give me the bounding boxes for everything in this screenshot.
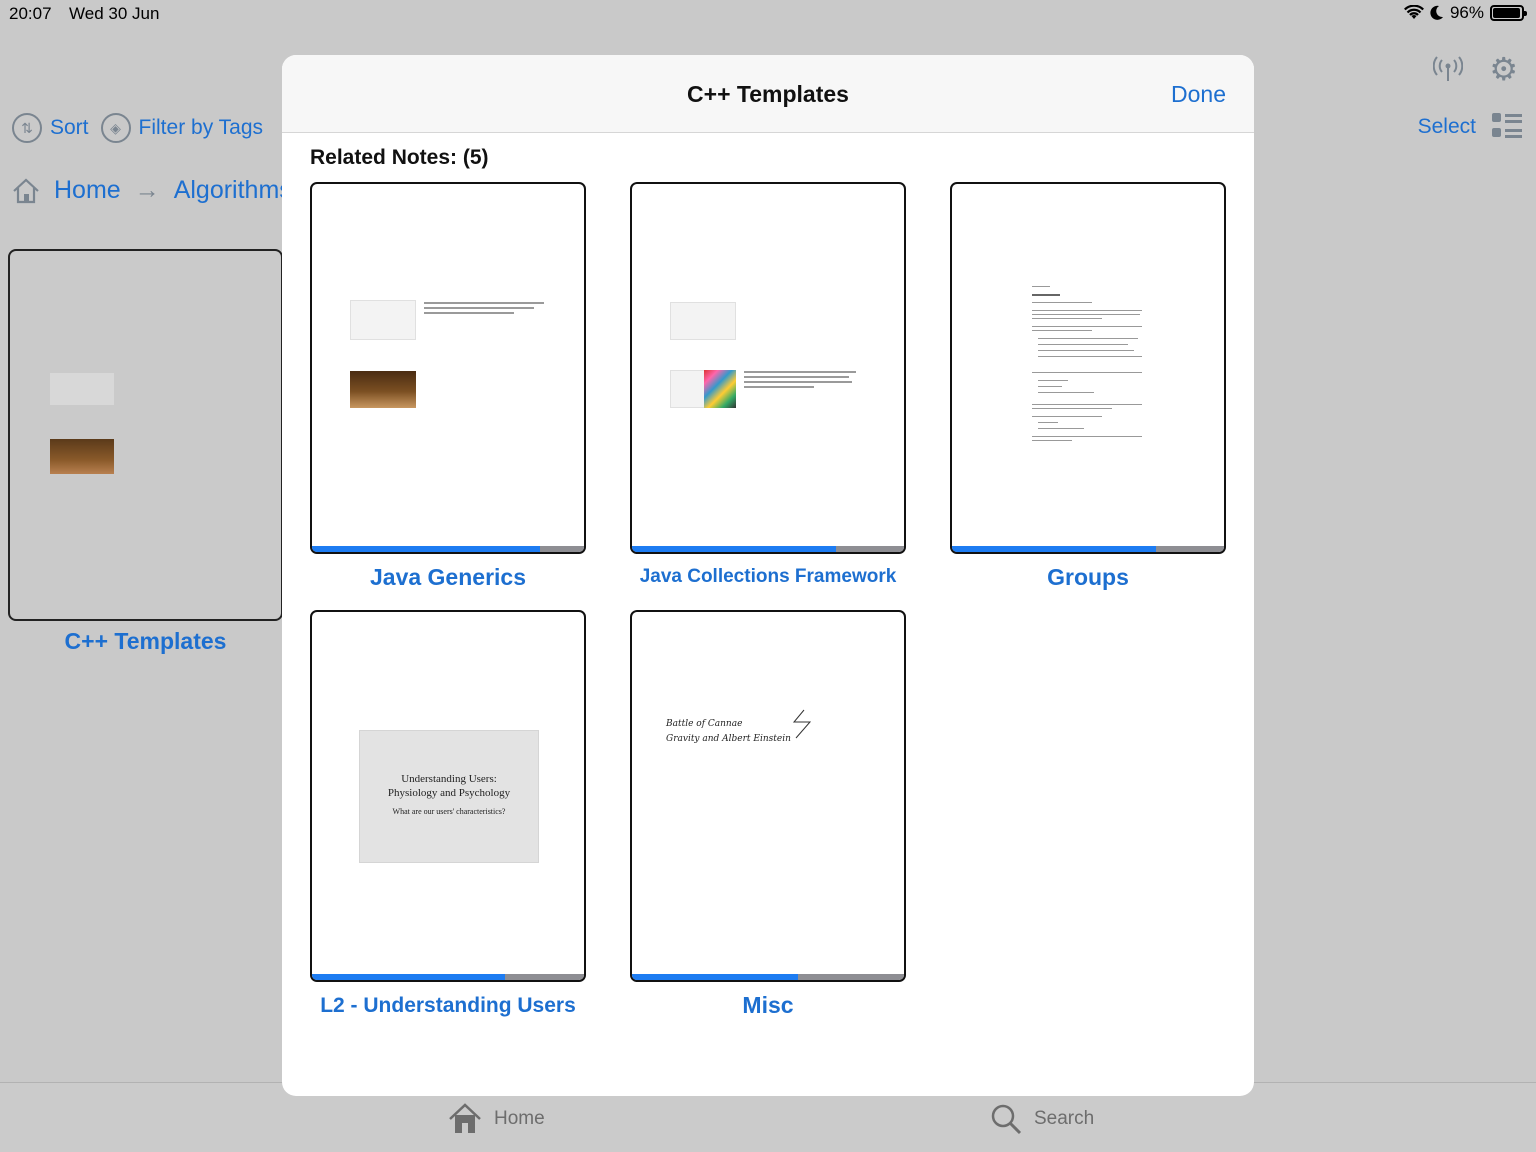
status-bar: 20:07 Wed 30 Jun 96%: [0, 0, 1536, 28]
note-card-java-generics[interactable]: Java Generics: [310, 182, 586, 591]
breadcrumb: Home → Algorithms: [12, 176, 292, 205]
thumbnail-slide: [350, 300, 416, 340]
note-progress-bar: [632, 546, 904, 552]
slide-line-1: Understanding Users:: [401, 773, 497, 785]
lightning-scribble-icon: [792, 709, 812, 739]
note-title[interactable]: Groups: [950, 564, 1226, 591]
filter-by-tags-button[interactable]: ◈ Filter by Tags: [100, 113, 264, 143]
note-card-misc[interactable]: Battle of Cannae Gravity and Albert Eins…: [630, 610, 906, 1019]
battery-percent: 96%: [1449, 3, 1484, 22]
progress-fill-0: [312, 546, 541, 552]
note-thumbnail[interactable]: [950, 182, 1226, 554]
status-date: Wed 30 Jun: [69, 4, 160, 23]
tag-icon: ◈: [100, 113, 131, 143]
breadcrumb-home[interactable]: Home: [54, 176, 121, 205]
arrow-right-icon: →: [134, 176, 160, 204]
tab-search-label: Search: [1034, 1108, 1095, 1129]
note-thumbnail[interactable]: [310, 182, 586, 554]
tab-home-label: Home: [494, 1108, 545, 1129]
thumbnail-slide: Understanding Users: Physiology and Psyc…: [359, 730, 539, 863]
filter-label: Filter by Tags: [138, 116, 264, 139]
note-card-groups[interactable]: Groups: [950, 182, 1226, 591]
note-title[interactable]: Java Collections Framework: [630, 566, 906, 588]
handwriting-line-1: Battle of Cannae: [666, 719, 743, 729]
related-notes-modal: C++ Templates Done Related Notes: (5) Ja…: [282, 55, 1254, 1096]
background-card-title[interactable]: C++ Templates: [8, 628, 283, 655]
breadcrumb-current[interactable]: Algorithms: [174, 176, 292, 205]
home-icon: [449, 1103, 481, 1133]
note-thumbnail[interactable]: [630, 182, 906, 554]
home-icon: [13, 178, 39, 203]
status-right: 96%: [1403, 3, 1527, 23]
related-notes-heading: Related Notes: (5): [310, 146, 489, 169]
progress-fill-3: [312, 974, 506, 980]
card-thumbnail-slide: [50, 373, 114, 405]
note-progress-bar: [312, 546, 584, 552]
note-thumbnail[interactable]: Understanding Users: Physiology and Psyc…: [310, 610, 586, 982]
moon-icon: [1430, 5, 1443, 20]
progress-fill-1: [632, 546, 836, 552]
select-row: Select: [1418, 113, 1522, 141]
modal-header: C++ Templates Done: [282, 55, 1254, 133]
antenna-icon[interactable]: [1433, 56, 1464, 82]
done-button[interactable]: Done: [1171, 81, 1226, 108]
wifi-icon: [1403, 5, 1424, 19]
tab-home[interactable]: Home: [448, 1103, 545, 1135]
thumbnail-document: [1032, 286, 1144, 446]
note-progress-bar: [952, 546, 1224, 552]
battery-fill: [1493, 8, 1520, 18]
note-title[interactable]: L2 - Understanding Users: [310, 994, 586, 1018]
top-right-icons: ⚙: [1433, 50, 1518, 88]
slide-line-2: Physiology and Psychology: [387, 787, 511, 799]
background-note-card[interactable]: [8, 249, 283, 621]
sort-icon: ⇅: [12, 113, 42, 143]
status-time: 20:07: [9, 4, 52, 23]
sort-button[interactable]: ⇅ Sort: [12, 113, 89, 143]
note-progress-bar: [312, 974, 584, 980]
modal-title: C++ Templates: [687, 81, 849, 107]
battery-icon: [1490, 5, 1527, 21]
card-thumbnail-photo: [50, 439, 114, 474]
thumbnail-slide: [670, 302, 736, 340]
thumbnail-photo: [704, 370, 736, 408]
search-icon: [991, 1104, 1022, 1135]
gear-icon[interactable]: ⚙: [1489, 50, 1518, 88]
note-card-l2-understanding-users[interactable]: Understanding Users: Physiology and Psyc…: [310, 610, 586, 1018]
handwriting-line-2: Gravity and Albert Einstein: [666, 734, 791, 744]
thumbnail-handwriting: Battle of Cannae Gravity and Albert Eins…: [666, 717, 791, 747]
thumbnail-photo: [350, 371, 416, 408]
progress-fill-2: [952, 546, 1156, 552]
note-title[interactable]: Misc: [630, 992, 906, 1019]
slide-line-3: What are our users' characteristics?: [392, 807, 506, 816]
select-button[interactable]: Select: [1418, 115, 1476, 139]
background-toolbar: ⇅ Sort ◈ Filter by Tags: [12, 113, 263, 143]
note-thumbnail[interactable]: Battle of Cannae Gravity and Albert Eins…: [630, 610, 906, 982]
note-progress-bar: [632, 974, 904, 980]
note-title[interactable]: Java Generics: [310, 564, 586, 591]
tab-search[interactable]: Search: [990, 1103, 1094, 1135]
note-card-java-collections-framework[interactable]: Java Collections Framework: [630, 182, 906, 588]
list-view-icon[interactable]: [1492, 113, 1522, 141]
sort-label: Sort: [50, 116, 89, 139]
progress-fill-4: [632, 974, 798, 980]
